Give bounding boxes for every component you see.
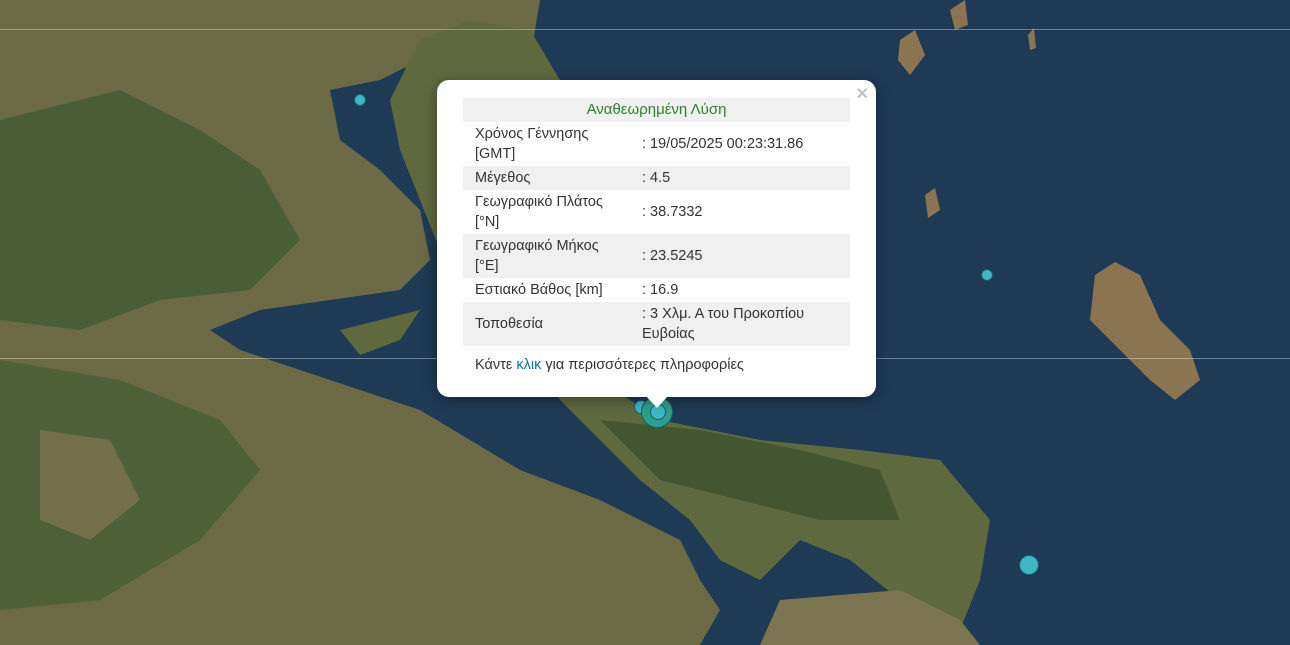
row-value: : 3 Χλμ. Α του Προκοπίου Ευβοίας: [630, 302, 850, 346]
popup-footer: Κάντε κλικ για περισσότερες πληροφορίες: [475, 357, 744, 373]
row-label: Γεωγραφικό Μήκος [°E]: [463, 234, 630, 278]
table-row: Γεωγραφικό Πλάτος [°N] : 38.7332: [463, 190, 850, 234]
row-label: Εστιακό Βάθος [km]: [475, 282, 603, 298]
more-info-link[interactable]: κλικ: [516, 357, 541, 373]
earthquake-marker[interactable]: [1019, 555, 1039, 575]
table-row: Γεωγραφικό Μήκος [°E] : 23.5245: [463, 234, 850, 278]
row-label: Τοποθεσία: [463, 302, 630, 346]
map-grid-line: [0, 29, 1290, 30]
earthquake-popup: × Αναθεωρημένη Λύση Χρόνος Γέννησης [GMT…: [437, 80, 876, 397]
popup-title: Αναθεωρημένη Λύση: [463, 98, 850, 122]
row-value: : 19/05/2025 00:23:31.86: [642, 136, 804, 152]
row-value: : 38.7332: [642, 204, 703, 220]
row-label: Χρόνος Γέννησης [GMT]: [475, 126, 589, 162]
footer-suffix: για περισσότερες πληροφορίες: [545, 357, 744, 373]
table-row: Μέγεθος : 4.5: [463, 166, 850, 190]
earthquake-marker[interactable]: [981, 269, 993, 281]
popup-pointer: [646, 396, 668, 408]
row-value: : 23.5245: [630, 234, 850, 278]
footer-prefix: Κάντε: [475, 357, 513, 373]
table-row: Χρόνος Γέννησης [GMT] : 19/05/2025 00:23…: [463, 122, 850, 166]
row-label: Γεωγραφικό Πλάτος [°N]: [475, 194, 603, 230]
table-row: Τοποθεσία : 3 Χλμ. Α του Προκοπίου Ευβοί…: [463, 302, 850, 346]
close-icon[interactable]: ×: [856, 84, 868, 104]
earthquake-details-table: Αναθεωρημένη Λύση Χρόνος Γέννησης [GMT] …: [463, 98, 850, 346]
row-value: : 4.5: [630, 166, 850, 190]
table-row: Εστιακό Βάθος [km] : 16.9: [463, 278, 850, 302]
row-label: Μέγεθος: [463, 166, 630, 190]
row-value: : 16.9: [642, 282, 679, 298]
earthquake-marker[interactable]: [354, 94, 366, 106]
